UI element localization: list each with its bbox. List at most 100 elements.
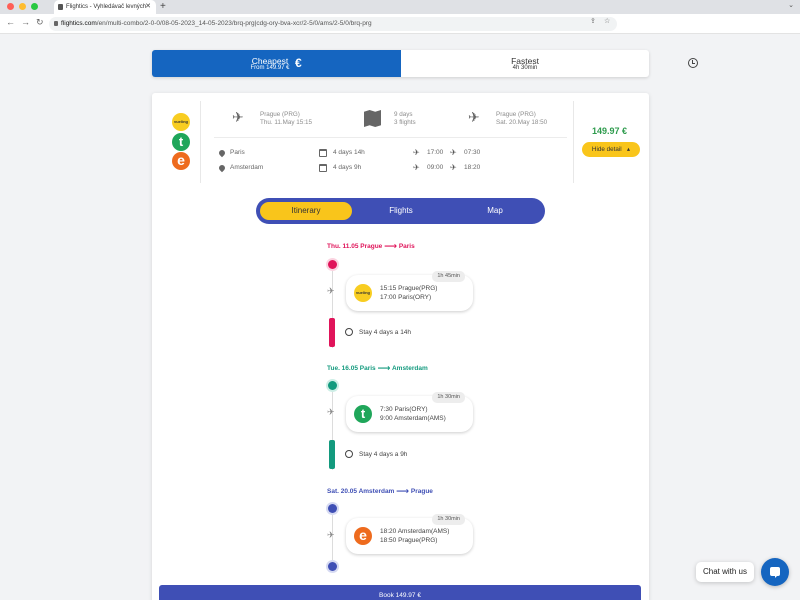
hide-detail-button[interactable]: Hide detail ▴: [582, 142, 640, 157]
landing-icon: ✈: [468, 109, 480, 125]
vueling-logo: vueling: [172, 113, 190, 131]
timeline-dot: [328, 381, 337, 390]
alarm-clock-icon: [688, 58, 698, 68]
stay-duration: Stay 4 days a 14h: [359, 329, 412, 336]
flight-card[interactable]: t 1h 30min 7:30 Paris(ORY) 9:00 Amsterda…: [346, 392, 473, 432]
plane-icon: ✈: [327, 530, 335, 540]
stay-info: Stay 4 days a 14h: [345, 328, 411, 336]
arrow-right-icon: ⟶: [384, 241, 398, 251]
map-icon: [364, 110, 381, 127]
stop-city: Paris: [230, 149, 245, 156]
new-tab-button[interactable]: +: [160, 0, 166, 14]
trip-card: vueling t e ✈ Prague (PRG) Thu. 11.May 1…: [152, 93, 649, 600]
share-icon[interactable]: ⇪: [590, 17, 596, 25]
favicon-icon: [58, 4, 63, 10]
timeline-dot: [328, 504, 337, 513]
leg-header: Tue. 16.05 Paris ⟶ Amsterdam: [327, 363, 428, 374]
chat-with-us-label[interactable]: Chat with us: [696, 562, 754, 582]
arrow-right-icon: ⟶: [396, 486, 410, 496]
landing-icon: ✈: [413, 148, 420, 157]
landing-icon: ✈: [413, 163, 420, 172]
flight-duration: 1h 30min: [432, 514, 465, 525]
book-button[interactable]: Book 149.97 €: [159, 585, 641, 600]
url-domain: flightics.com: [61, 20, 97, 27]
departure-info: Prague (PRG) Thu. 11.May 15:15: [260, 111, 312, 127]
tab-close-icon[interactable]: ✕: [145, 0, 151, 14]
leg-date: Sat. 20.05: [327, 488, 357, 495]
location-pin-icon: [217, 148, 227, 158]
fastest-subtitle: 4h 30min: [512, 65, 538, 71]
takeoff-icon: ✈: [450, 148, 457, 157]
browser-tab[interactable]: Flightics - Vyhledávač levných ✕: [54, 0, 156, 14]
location-pin-icon: [217, 163, 227, 173]
clock-icon: [345, 450, 353, 458]
return-info: Prague (PRG) Sat. 20.May 18:50: [496, 111, 547, 127]
leg-date: Tue. 16.05: [327, 365, 358, 372]
flight-arrival: 18:50 Prague(PRG): [380, 537, 438, 544]
sort-cheapest-button[interactable]: Cheapest From 149.97 € €: [152, 50, 401, 77]
takeoff-icon: ✈: [232, 109, 244, 125]
stop-duration: 4 days 14h: [333, 149, 365, 156]
maximize-window-icon[interactable]: [31, 3, 38, 10]
bookmark-star-icon[interactable]: ☆: [604, 17, 610, 25]
easyjet-logo: e: [354, 527, 372, 545]
tab-menu-icon[interactable]: ⌄: [788, 1, 794, 9]
trip-overview: 9 days 3 flights: [394, 111, 416, 127]
stay-info: Stay 4 days a 9h: [345, 450, 407, 458]
easyjet-logo: e: [172, 152, 190, 170]
flight-departure: 15:15 Prague(PRG): [380, 285, 438, 292]
transavia-logo: t: [172, 133, 190, 151]
stop-arrival-time: 09:00: [427, 164, 444, 171]
close-window-icon[interactable]: [7, 3, 14, 10]
flight-duration: 1h 30min: [432, 392, 465, 403]
calendar-icon: [319, 164, 327, 172]
plane-icon: ✈: [327, 286, 335, 296]
sort-fastest-button[interactable]: Fastest 4h 30min: [401, 50, 698, 77]
lock-icon: [54, 21, 58, 26]
transavia-logo: t: [354, 405, 372, 423]
reload-icon[interactable]: ↻: [36, 17, 44, 28]
euro-icon: €: [295, 56, 302, 70]
takeoff-icon: ✈: [450, 163, 457, 172]
stop-city: Amsterdam: [230, 164, 264, 171]
minimize-window-icon[interactable]: [19, 3, 26, 10]
stay-bar: [329, 318, 335, 347]
leg-header: Thu. 11.05 Prague ⟶ Paris: [327, 241, 415, 252]
leg-header: Sat. 20.05 Amsterdam ⟶ Prague: [327, 486, 433, 497]
browser-toolbar: ← → ↻ flightics.com/en/multi-combo/2-0-0…: [0, 14, 800, 34]
stay-bar: [329, 440, 335, 469]
tab-itinerary[interactable]: Itinerary: [260, 202, 352, 220]
tab-map[interactable]: Map: [449, 202, 541, 220]
stop-departure-time: 07:30: [464, 149, 481, 156]
address-bar[interactable]: flightics.com/en/multi-combo/2-0-0/08-05…: [49, 17, 617, 31]
timeline-dot: [328, 562, 337, 571]
detail-tabs: Itinerary Flights Map: [256, 198, 545, 224]
back-icon[interactable]: ←: [6, 17, 15, 27]
return-date: Sat. 20.May 18:50: [496, 119, 548, 126]
vueling-logo: vueling: [354, 284, 372, 302]
return-city: Prague (PRG): [496, 111, 536, 118]
flight-duration: 1h 45min: [432, 271, 465, 282]
divider: [214, 137, 567, 138]
flight-arrival: 17:00 Paris(ORY): [380, 294, 432, 301]
stop-duration: 4 days 9h: [333, 164, 362, 171]
sort-toggle: Cheapest From 149.97 € € Fastest 4h 30mi…: [152, 50, 698, 77]
trip-days: 9 days: [394, 111, 413, 118]
stay-duration: Stay 4 days a 9h: [359, 451, 408, 458]
departure-city: Prague (PRG): [260, 111, 300, 118]
browser-tab-strip: Flightics - Vyhledávač levných ✕ + ⌄: [0, 0, 800, 14]
leg-date: Thu. 11.05: [327, 243, 359, 250]
trip-flights: 3 flights: [394, 119, 416, 126]
flight-card[interactable]: vueling 1h 45min 15:15 Prague(PRG) 17:00…: [346, 271, 473, 311]
leg-from: Paris: [359, 365, 376, 372]
tab-flights[interactable]: Flights: [355, 202, 447, 220]
url-path: /en/multi-combo/2-0-0/08-05-2023_14-05-2…: [96, 20, 372, 27]
leg-to: Prague: [410, 488, 433, 495]
hide-detail-label: Hide detail: [591, 146, 622, 153]
flight-card[interactable]: e 1h 30min 18:20 Amsterdam(AMS) 18:50 Pr…: [346, 514, 473, 554]
flight-departure: 18:20 Amsterdam(AMS): [380, 528, 450, 535]
departure-date: Thu. 11.May 15:15: [260, 119, 313, 126]
forward-icon[interactable]: →: [21, 17, 30, 27]
divider: [573, 101, 574, 183]
chat-button[interactable]: [761, 558, 789, 586]
